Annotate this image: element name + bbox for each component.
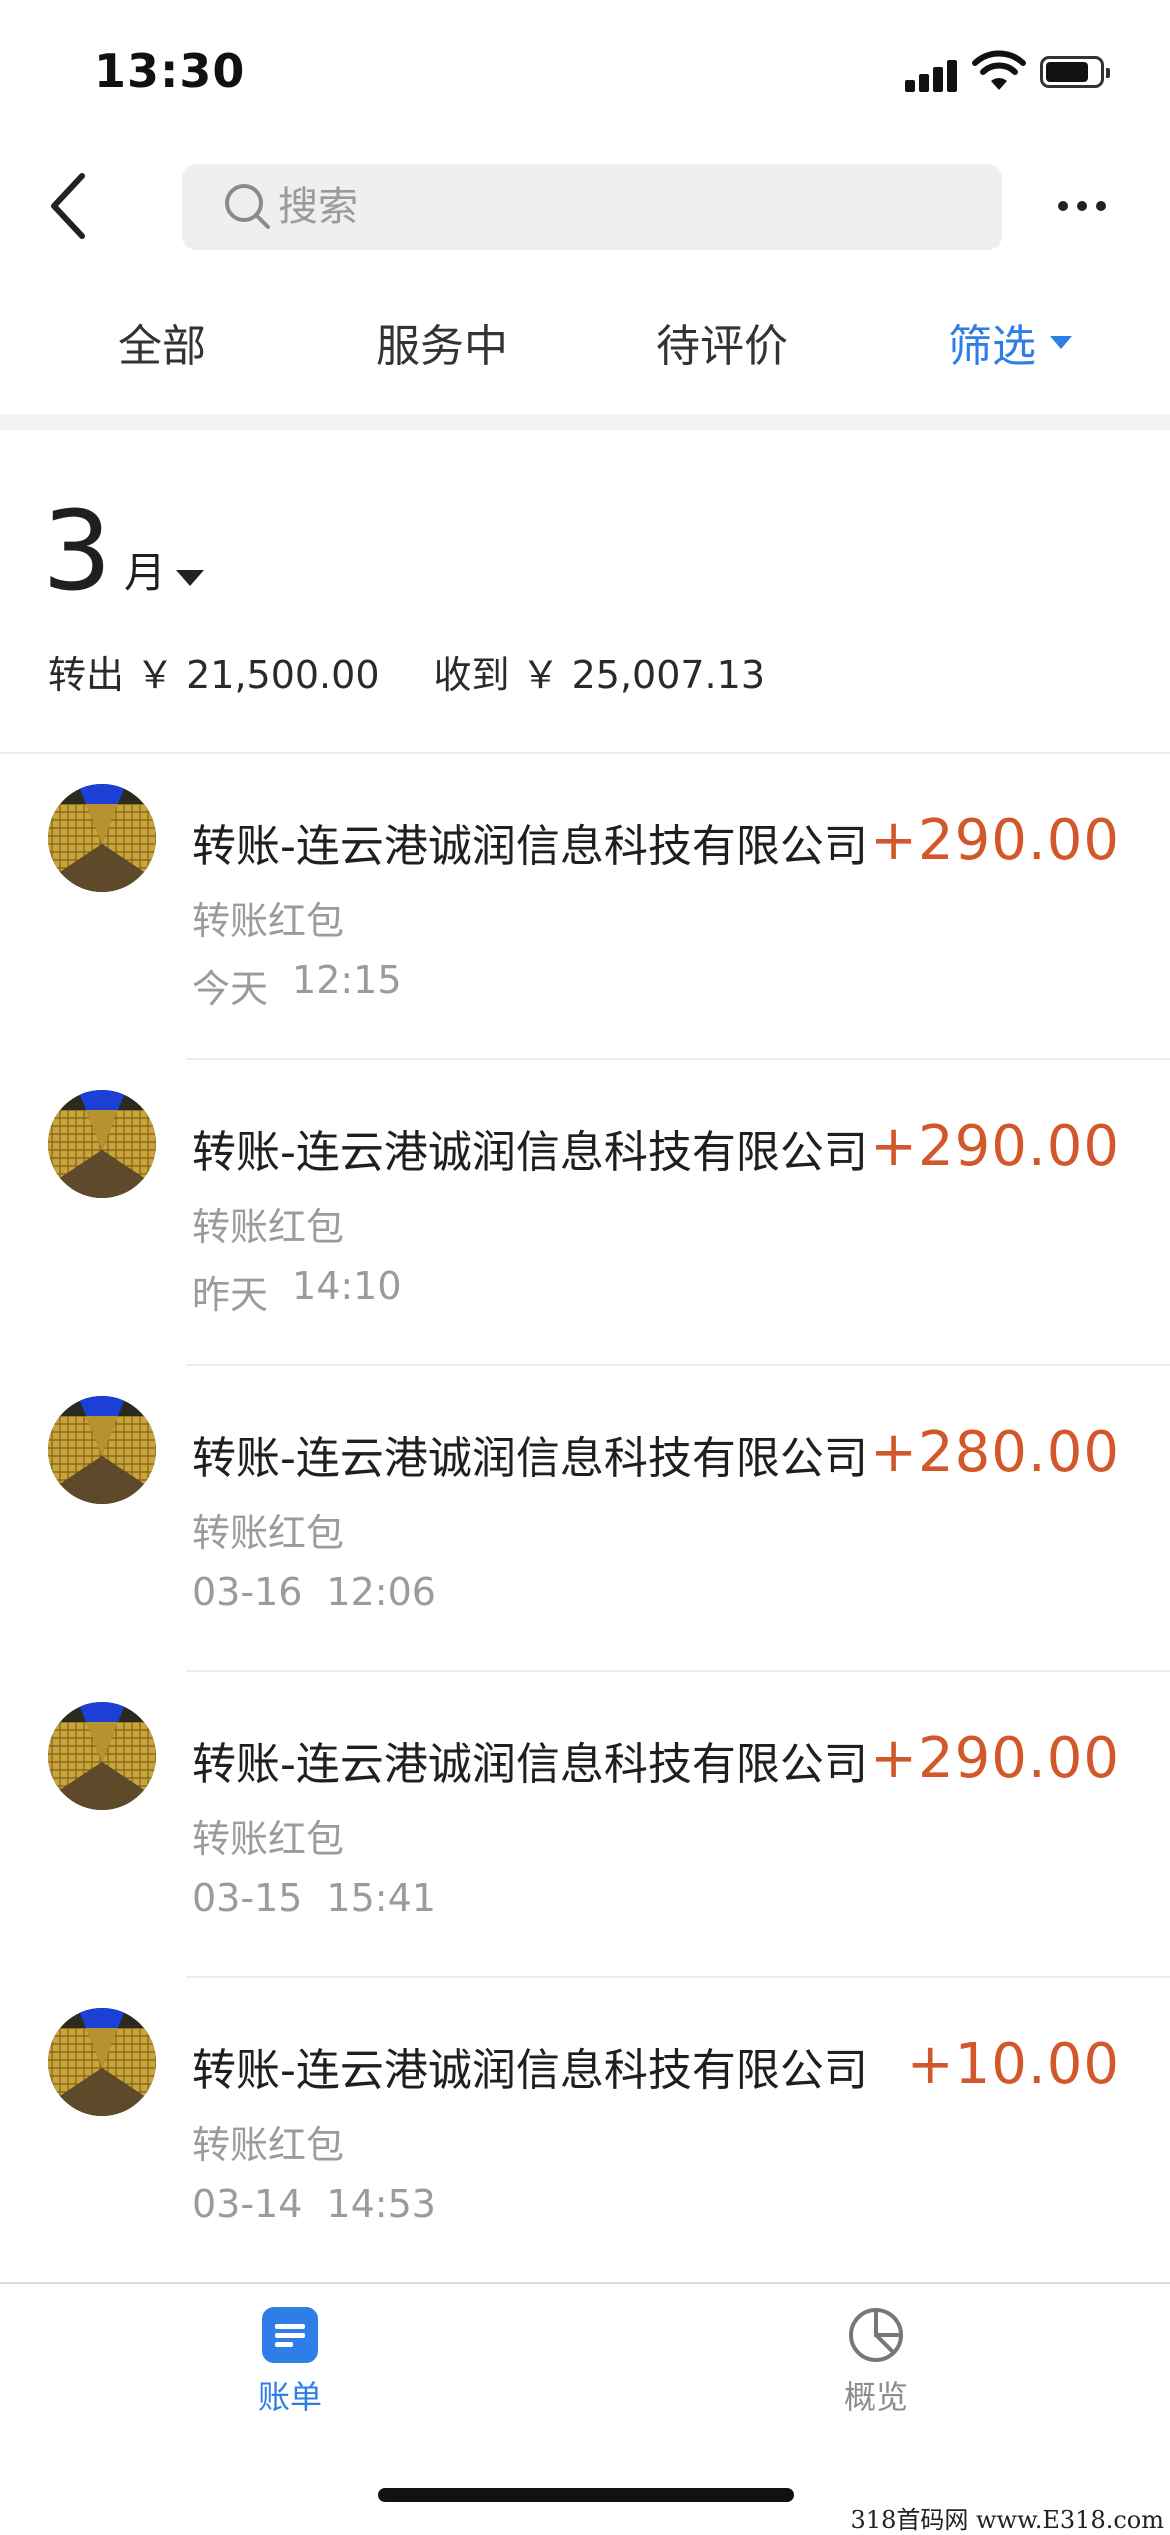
month-unit: 月 bbox=[124, 548, 167, 597]
section-divider bbox=[0, 414, 1170, 430]
in-amount: ￥ 25,007.13 bbox=[521, 653, 765, 697]
nav-bills-label: 账单 bbox=[257, 2378, 322, 2416]
caret-down-icon bbox=[176, 570, 205, 586]
avatar bbox=[48, 1090, 156, 1198]
back-arrow-icon[interactable] bbox=[40, 168, 100, 244]
avatar bbox=[48, 1396, 156, 1504]
transaction-title: 转账-连云港诚润信息科技有限公司 bbox=[192, 2045, 868, 2096]
month-summary: 转出 ￥ 21,500.00 收到 ￥ 25,007.13 bbox=[48, 644, 765, 699]
nav-overview-label: 概览 bbox=[843, 2378, 908, 2416]
transaction-amount: +290.00 bbox=[870, 808, 1120, 873]
transaction-row[interactable]: 转账-连云港诚润信息科技有限公司 +10.00 转账红包 03-14 14:53 bbox=[0, 1978, 1170, 2284]
wifi-icon bbox=[972, 50, 1026, 90]
search-icon bbox=[225, 184, 270, 229]
month-selector[interactable]: 3 月 bbox=[42, 487, 205, 615]
transaction-title: 转账-连云港诚润信息科技有限公司 bbox=[192, 821, 868, 872]
transaction-row[interactable]: 转账-连云港诚润信息科技有限公司 +290.00 转账红包 03-15 15:4… bbox=[0, 1672, 1170, 1978]
transaction-title: 转账-连云港诚润信息科技有限公司 bbox=[192, 1739, 868, 1790]
pie-chart-icon bbox=[849, 2308, 903, 2362]
transaction-time: 今天 12:15 bbox=[192, 958, 402, 1013]
bill-icon bbox=[262, 2307, 318, 2363]
watermark: 318首码网 www.E318.com bbox=[850, 2506, 1164, 2534]
tab-filter-label: 筛选 bbox=[948, 321, 1036, 372]
caret-down-icon bbox=[1050, 335, 1072, 349]
transaction-row[interactable]: 转账-连云港诚润信息科技有限公司 +290.00 转账红包 昨天 14:10 bbox=[0, 1060, 1170, 1366]
transaction-amount: +290.00 bbox=[870, 1726, 1120, 1791]
more-options-icon[interactable] bbox=[1058, 196, 1114, 216]
transaction-subtitle: 转账红包 bbox=[192, 1817, 345, 1861]
avatar bbox=[48, 2008, 156, 2116]
transaction-clock: 12:06 bbox=[326, 1570, 436, 1614]
transaction-subtitle: 转账红包 bbox=[192, 899, 345, 943]
transaction-title: 转账-连云港诚润信息科技有限公司 bbox=[192, 1433, 868, 1484]
transaction-date: 昨天 bbox=[192, 1273, 269, 1317]
transaction-date: 03-15 bbox=[192, 1876, 303, 1920]
transaction-clock: 12:15 bbox=[292, 958, 402, 1002]
tab-filter[interactable]: 筛选 bbox=[948, 310, 1072, 374]
transaction-subtitle: 转账红包 bbox=[192, 1205, 345, 1249]
transaction-date: 03-16 bbox=[192, 1570, 303, 1614]
home-indicator[interactable] bbox=[378, 2488, 794, 2502]
transaction-amount: +290.00 bbox=[870, 1114, 1120, 1179]
in-label: 收到 bbox=[433, 653, 510, 697]
transaction-clock: 14:53 bbox=[326, 2182, 436, 2226]
out-label: 转出 bbox=[48, 653, 125, 697]
tab-in-service[interactable]: 服务中 bbox=[376, 310, 508, 374]
transaction-subtitle: 转账红包 bbox=[192, 2123, 345, 2167]
cellular-signal-icon bbox=[905, 58, 957, 92]
transaction-list: 转账-连云港诚润信息科技有限公司 +290.00 转账红包 今天 12:15 转… bbox=[0, 754, 1170, 2284]
avatar bbox=[48, 784, 156, 892]
transaction-title: 转账-连云港诚润信息科技有限公司 bbox=[192, 1127, 868, 1178]
transaction-date: 今天 bbox=[192, 967, 269, 1011]
nav-overview[interactable]: 概览 bbox=[776, 2306, 976, 2418]
search-input[interactable] bbox=[278, 184, 878, 230]
transaction-time: 03-16 12:06 bbox=[192, 1570, 436, 1614]
battery-icon bbox=[1040, 56, 1110, 88]
transaction-date: 03-14 bbox=[192, 2182, 303, 2226]
transaction-row[interactable]: 转账-连云港诚润信息科技有限公司 +290.00 转账红包 今天 12:15 bbox=[0, 754, 1170, 1060]
status-time: 13:30 bbox=[94, 44, 246, 98]
transaction-subtitle: 转账红包 bbox=[192, 1511, 345, 1555]
out-amount: ￥ 21,500.00 bbox=[136, 653, 380, 697]
tab-all[interactable]: 全部 bbox=[118, 310, 206, 374]
avatar bbox=[48, 1702, 156, 1810]
transaction-row[interactable]: 转账-连云港诚润信息科技有限公司 +280.00 转账红包 03-16 12:0… bbox=[0, 1366, 1170, 1672]
transaction-time: 03-14 14:53 bbox=[192, 2182, 436, 2226]
bottom-nav-border bbox=[0, 2282, 1170, 2284]
transaction-clock: 14:10 bbox=[292, 1264, 402, 1308]
tab-pending-review[interactable]: 待评价 bbox=[656, 310, 788, 374]
transaction-clock: 15:41 bbox=[326, 1876, 436, 1920]
search-bar[interactable] bbox=[182, 164, 1002, 250]
nav-bills[interactable]: 账单 bbox=[190, 2306, 390, 2418]
transaction-time: 03-15 15:41 bbox=[192, 1876, 436, 1920]
month-number: 3 bbox=[42, 487, 112, 615]
transaction-amount: +10.00 bbox=[906, 2032, 1120, 2097]
transaction-amount: +280.00 bbox=[870, 1420, 1120, 1485]
transaction-time: 昨天 14:10 bbox=[192, 1264, 402, 1319]
